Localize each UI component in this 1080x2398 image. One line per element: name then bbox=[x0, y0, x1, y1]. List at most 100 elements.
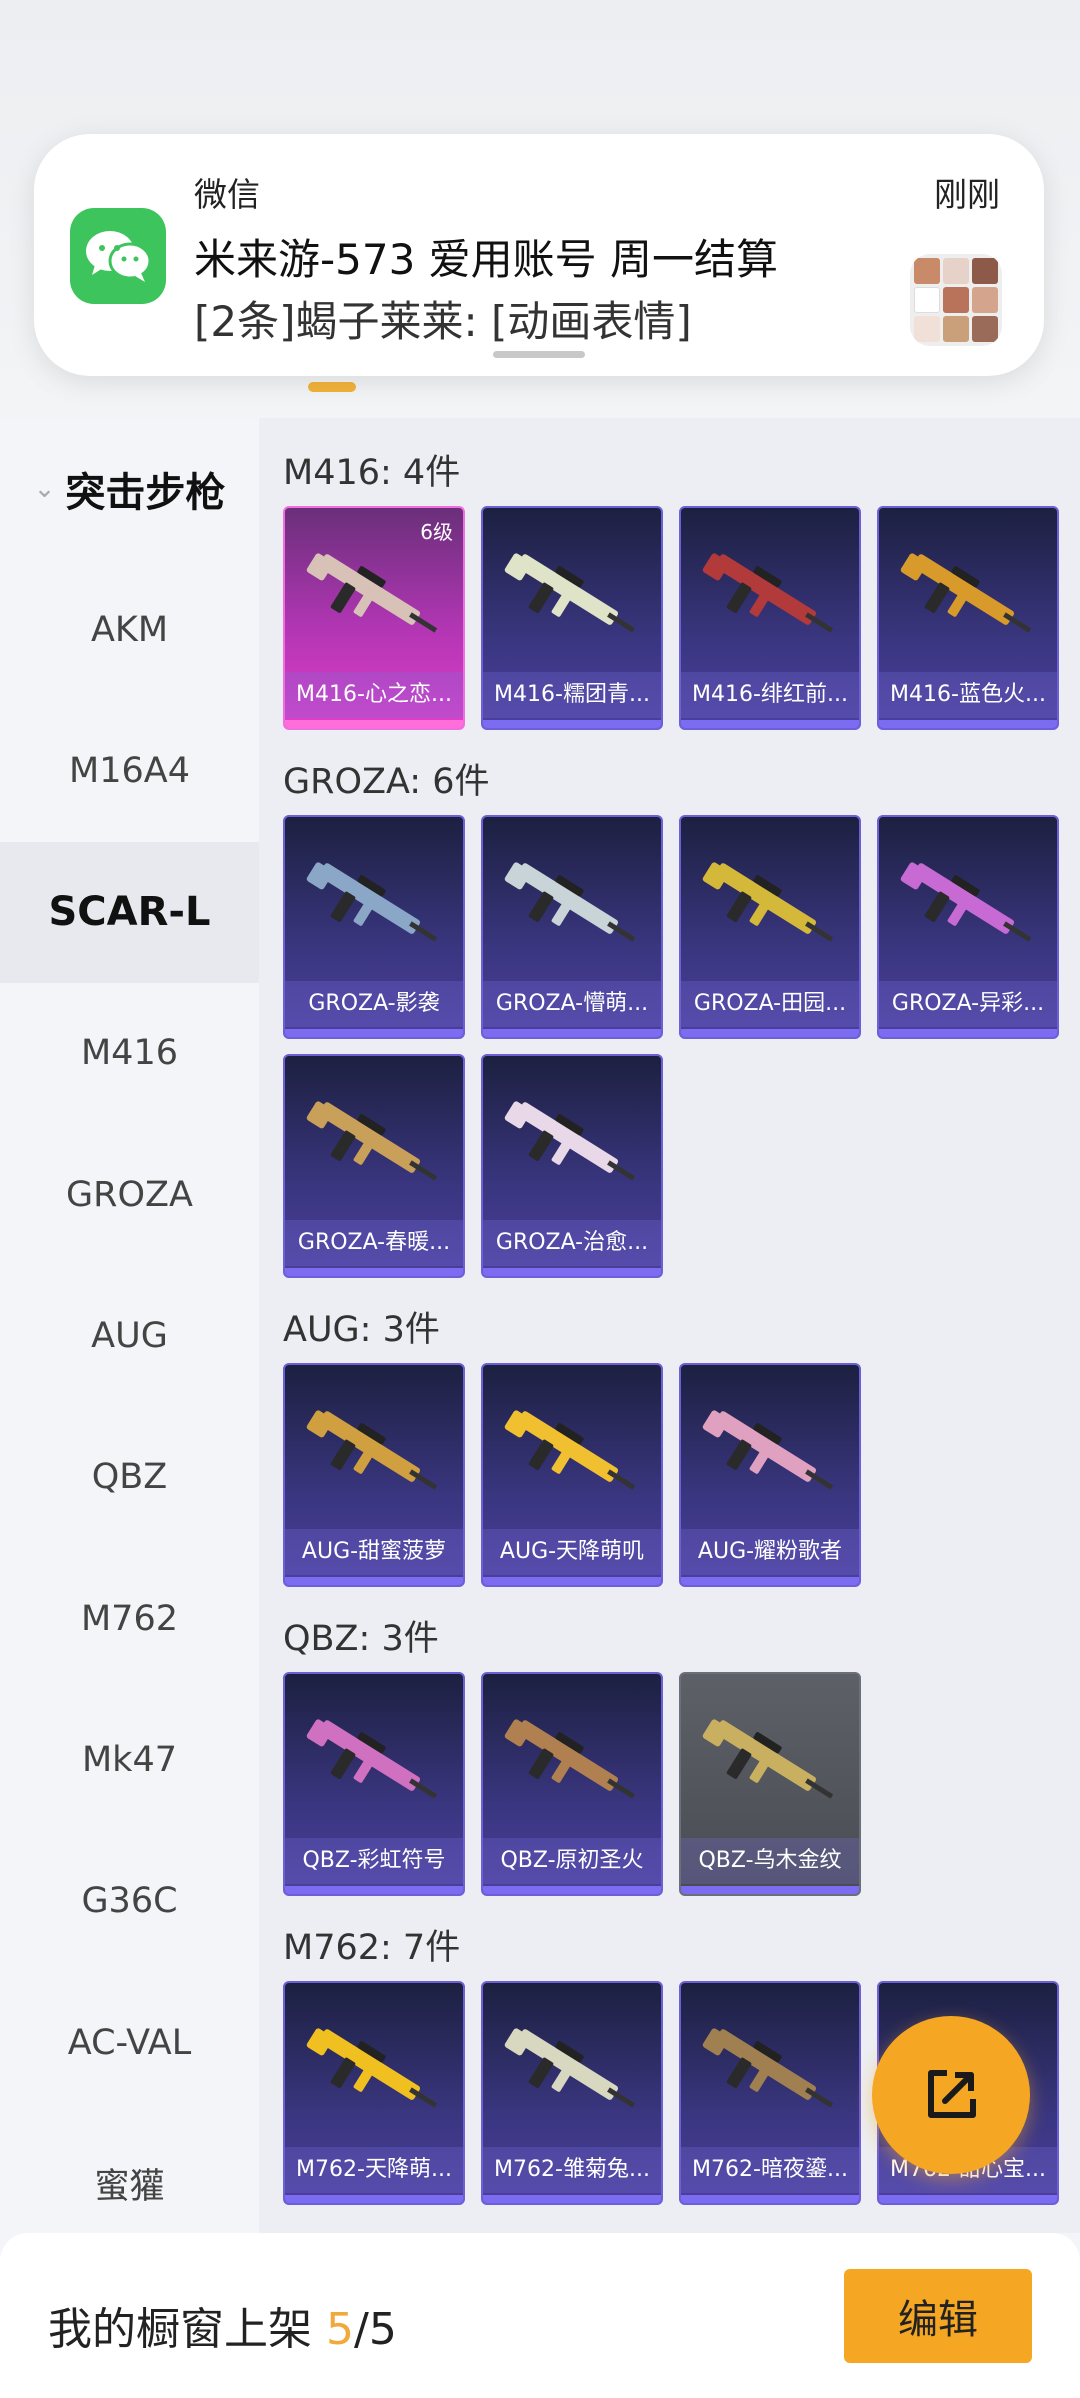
rifle-icon bbox=[900, 553, 1032, 633]
notification-time: 刚刚 bbox=[934, 175, 1000, 214]
skin-card[interactable]: GROZA-治愈... bbox=[481, 1054, 663, 1278]
sidebar-item-g36c[interactable]: G36C bbox=[0, 1831, 259, 1972]
rarity-bar bbox=[681, 1886, 859, 1894]
skin-card[interactable]: GROZA-田园... bbox=[679, 815, 861, 1039]
sidebar-item-groza[interactable]: GROZA bbox=[0, 1124, 259, 1265]
level-badge: 6级 bbox=[420, 520, 453, 544]
rarity-bar bbox=[285, 2195, 463, 2203]
skin-name: GROZA-田园... bbox=[681, 981, 859, 1027]
rarity-bar bbox=[483, 2195, 661, 2203]
rifle-icon bbox=[702, 1410, 834, 1490]
wechat-icon bbox=[70, 208, 166, 304]
rarity-bar bbox=[285, 1577, 463, 1585]
rifle-icon bbox=[504, 862, 636, 942]
skin-name: GROZA-春暖... bbox=[285, 1220, 463, 1266]
skin-name: QBZ-乌木金纹 bbox=[681, 1838, 859, 1884]
skin-card[interactable]: GROZA-异彩... bbox=[877, 815, 1059, 1039]
sidebar-item--[interactable]: 蜜獾 bbox=[0, 2113, 259, 2254]
rifle-icon bbox=[306, 1719, 438, 1799]
rifle-icon bbox=[702, 1719, 834, 1799]
rifle-icon bbox=[504, 1410, 636, 1490]
notification-handle[interactable] bbox=[493, 351, 585, 358]
showcase-status: 我的橱窗上架 5/5 bbox=[48, 2293, 397, 2357]
sidebar-item-m416[interactable]: M416 bbox=[0, 983, 259, 1124]
sidebar-item-m762[interactable]: M762 bbox=[0, 1548, 259, 1689]
rifle-icon bbox=[306, 2028, 438, 2108]
skin-card[interactable]: AUG-耀粉歌者 bbox=[679, 1363, 861, 1587]
skin-name: M416-绯红前... bbox=[681, 672, 859, 718]
share-button[interactable] bbox=[872, 2016, 1030, 2174]
sidebar-item-scar-l[interactable]: SCAR-L bbox=[0, 841, 259, 983]
rifle-icon bbox=[702, 553, 834, 633]
rifle-icon bbox=[306, 553, 438, 633]
group-title: M416: 4件 bbox=[283, 453, 461, 493]
rarity-bar bbox=[879, 720, 1057, 728]
group-title: AUG: 3件 bbox=[283, 1310, 440, 1350]
skin-card[interactable]: M416-蓝色火... bbox=[877, 506, 1059, 730]
skin-name: M416-心之恋... bbox=[285, 672, 463, 718]
group-title: M762: 7件 bbox=[283, 1928, 461, 1968]
rarity-bar bbox=[285, 720, 463, 728]
notification-body: [2条]蝎子莱莱: [动画表情] bbox=[194, 297, 692, 346]
sidebar-header-assault-rifles[interactable]: ⌄ 突击步枪 bbox=[0, 418, 259, 559]
skin-name: AUG-耀粉歌者 bbox=[681, 1529, 859, 1575]
notification-title: 米来游-573 爱用账号 周一结算 bbox=[194, 235, 779, 284]
group-title: QBZ: 3件 bbox=[283, 1619, 439, 1659]
skin-card[interactable]: GROZA-影袭 bbox=[283, 815, 465, 1039]
skin-card[interactable]: M762-暗夜鎏... bbox=[679, 1981, 861, 2205]
sidebar-item-ac-val[interactable]: AC-VAL bbox=[0, 1972, 259, 2113]
rarity-bar bbox=[483, 1886, 661, 1894]
skin-card[interactable]: QBZ-乌木金纹 bbox=[679, 1672, 861, 1896]
skin-card[interactable]: QBZ-原初圣火 bbox=[481, 1672, 663, 1896]
sidebar-item-m16a4[interactable]: M16A4 bbox=[0, 700, 259, 841]
skin-card[interactable]: M416-糯团青... bbox=[481, 506, 663, 730]
skin-name: AUG-天降萌叽 bbox=[483, 1529, 661, 1575]
skin-name: AUG-甜蜜菠萝 bbox=[285, 1529, 463, 1575]
skin-card[interactable]: GROZA-懵萌... bbox=[481, 815, 663, 1039]
sidebar-header-label: 突击步枪 bbox=[65, 469, 226, 516]
skin-name: GROZA-懵萌... bbox=[483, 981, 661, 1027]
sidebar-item-mk47[interactable]: Mk47 bbox=[0, 1689, 259, 1830]
wechat-notification[interactable]: 微信 刚刚 米来游-573 爱用账号 周一结算 [2条]蝎子莱莱: [动画表情] bbox=[34, 134, 1044, 376]
rifle-icon bbox=[702, 2028, 834, 2108]
rifle-icon bbox=[900, 862, 1032, 942]
showcase-label: 我的橱窗上架 bbox=[48, 2304, 312, 2355]
skin-card[interactable]: AUG-甜蜜菠萝 bbox=[283, 1363, 465, 1587]
skin-name: QBZ-彩虹符号 bbox=[285, 1838, 463, 1884]
skin-card[interactable]: GROZA-春暖... bbox=[283, 1054, 465, 1278]
rarity-bar bbox=[483, 1577, 661, 1585]
rifle-icon bbox=[504, 1719, 636, 1799]
sidebar-item-aug[interactable]: AUG bbox=[0, 1266, 259, 1407]
sidebar-item-qbz[interactable]: QBZ bbox=[0, 1407, 259, 1548]
rifle-icon bbox=[306, 1410, 438, 1490]
skin-card[interactable]: M762-雏菊兔... bbox=[481, 1981, 663, 2205]
rarity-bar bbox=[483, 1029, 661, 1037]
skin-grid: M416: 4件 6级 M416-心之恋... M416-糯团青... M416-绯红前… bbox=[259, 418, 1080, 2233]
notification-app-name: 微信 bbox=[194, 175, 260, 214]
skin-name: GROZA-异彩... bbox=[879, 981, 1057, 1027]
skin-card[interactable]: M762-天降萌... bbox=[283, 1981, 465, 2205]
group-avatar bbox=[910, 254, 1002, 346]
skin-card[interactable]: 6级 M416-心之恋... bbox=[283, 506, 465, 730]
rarity-bar bbox=[483, 1268, 661, 1276]
rifle-icon bbox=[702, 862, 834, 942]
rarity-bar bbox=[285, 1886, 463, 1894]
skin-name: M416-蓝色火... bbox=[879, 672, 1057, 718]
chevron-down-icon: ⌄ bbox=[33, 473, 56, 504]
skin-card[interactable]: M416-绯红前... bbox=[679, 506, 861, 730]
rarity-bar bbox=[681, 720, 859, 728]
sidebar-item-akm[interactable]: AKM bbox=[0, 559, 259, 700]
skin-name: GROZA-治愈... bbox=[483, 1220, 661, 1266]
skin-card[interactable]: AUG-天降萌叽 bbox=[481, 1363, 663, 1587]
rarity-bar bbox=[681, 1029, 859, 1037]
share-external-icon bbox=[928, 2070, 976, 2118]
rarity-bar bbox=[285, 1268, 463, 1276]
rifle-icon bbox=[504, 2028, 636, 2108]
bottom-bar: 我的橱窗上架 5/5 编辑 bbox=[0, 2233, 1080, 2398]
edit-button[interactable]: 编辑 bbox=[844, 2269, 1032, 2363]
skin-card[interactable]: QBZ-彩虹符号 bbox=[283, 1672, 465, 1896]
rarity-bar bbox=[879, 1029, 1057, 1037]
rarity-bar bbox=[879, 2195, 1057, 2203]
rifle-icon bbox=[306, 862, 438, 942]
rarity-bar bbox=[681, 1577, 859, 1585]
